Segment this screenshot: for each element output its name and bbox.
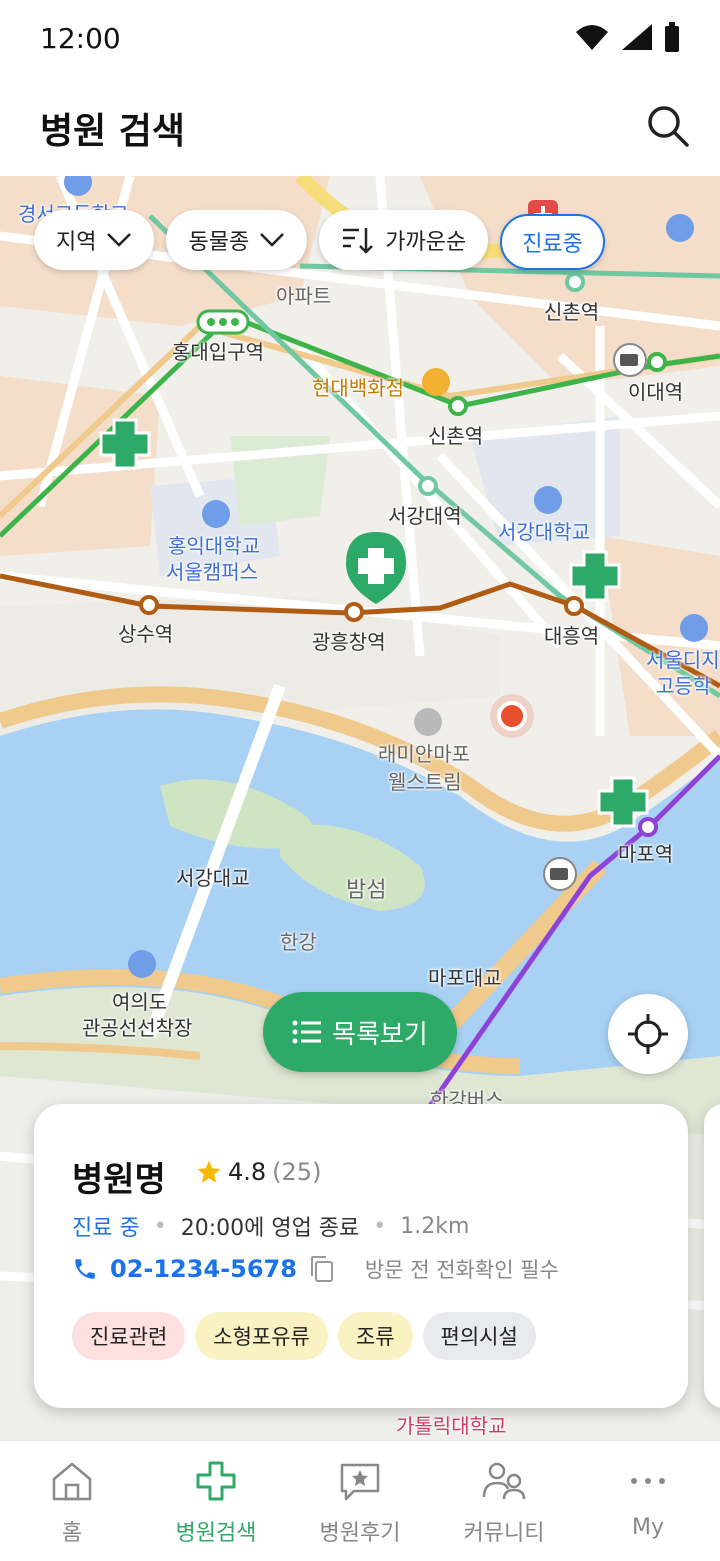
home-icon: [48, 1457, 96, 1505]
species-filter-label: 동물종: [188, 230, 250, 255]
list-view-button[interactable]: 목록보기: [263, 992, 457, 1072]
nav-label: 병원후기: [319, 1521, 401, 1546]
nav-label: My: [631, 1515, 664, 1540]
open-now-label: 진료중: [522, 232, 583, 257]
hospital-card[interactable]: 병원명 4.8 (25) 진료 중 • 20:00에 영업 종료 • 1.2km…: [34, 1104, 688, 1408]
map-label: 여의도: [112, 990, 168, 1014]
star-icon: [197, 1160, 221, 1183]
status-bar: 12:00: [0, 0, 720, 80]
map-label: 신촌역: [428, 424, 484, 448]
bottom-nav: 홈 병원검색 병원후기 커뮤니티 My: [0, 1440, 720, 1561]
hospital-cross-icon: [192, 1457, 240, 1505]
separator-dot: •: [373, 1213, 387, 1239]
next-card-peek[interactable]: [704, 1104, 720, 1408]
map-label: 서강대교: [176, 866, 250, 890]
map-label: 홍익대학교: [168, 534, 260, 558]
sort-label: 가까운순: [385, 230, 467, 255]
filter-chips: 지역 동물종 가까운순 진료중: [34, 210, 605, 270]
search-button[interactable]: [644, 102, 692, 150]
open-now-chip[interactable]: 진료중: [500, 214, 605, 270]
search-icon: [648, 106, 689, 147]
status-time: 12:00: [40, 22, 121, 55]
close-time: 20:00에 영업 종료: [180, 1216, 360, 1241]
page-title: 병원 검색: [40, 111, 186, 152]
hospital-contact-row: 02-1234-5678 방문 전 전화확인 필수: [72, 1254, 559, 1284]
hospital-status-row: 진료 중 • 20:00에 영업 종료 • 1.2km: [72, 1210, 469, 1242]
nav-community[interactable]: 커뮤니티: [432, 1441, 576, 1561]
copy-icon[interactable]: [309, 1255, 335, 1283]
sort-chip[interactable]: 가까운순: [319, 210, 489, 270]
nav-home[interactable]: 홈: [0, 1441, 144, 1561]
map-label: 서강대학교: [498, 520, 590, 544]
nav-label: 홈: [61, 1521, 83, 1546]
map-label: 서강대역: [388, 504, 462, 528]
region-filter-label: 지역: [56, 230, 97, 255]
hospital-rating: 4.8 (25): [196, 1158, 321, 1186]
map-label: 상수역: [118, 622, 174, 646]
tag-small-mammal: 소형포유류: [195, 1312, 328, 1360]
list-view-label: 목록보기: [332, 1019, 428, 1050]
map-label: 밤섬: [346, 878, 387, 903]
map-label: 아파트: [276, 284, 332, 308]
nav-label: 커뮤니티: [463, 1521, 545, 1546]
wifi-icon: [576, 25, 608, 50]
map-label: 대흥역: [544, 624, 600, 648]
hospital-name: 병원명: [72, 1160, 166, 1200]
map-label: 관공선선착장: [82, 1016, 193, 1040]
my-location-button[interactable]: [608, 994, 688, 1074]
crosshair-icon: [628, 1014, 668, 1054]
rating-value: 4.8: [228, 1158, 267, 1186]
map-label: 래미안마포: [378, 742, 470, 766]
map-label: 서울캠퍼스: [166, 560, 258, 584]
more-icon: [624, 1457, 672, 1505]
map-label: 홍대입구역: [172, 340, 264, 364]
sort-icon: [343, 228, 374, 254]
map-label: 고등학: [656, 674, 712, 698]
signal-icon: [622, 24, 652, 50]
map-label: 이대역: [628, 380, 684, 404]
map-label: 웰스트림: [388, 770, 462, 794]
map-label: 광흥창역: [312, 630, 386, 654]
map-label: 마포역: [618, 842, 674, 866]
app-bar: 병원 검색: [0, 80, 720, 176]
separator-dot: •: [153, 1213, 167, 1239]
review-icon: [336, 1457, 384, 1505]
species-filter-chip[interactable]: 동물종: [166, 210, 308, 270]
map-label: 신촌역: [544, 300, 600, 324]
hospital-tags: 진료관련 소형포유류 조류 편의시설: [72, 1312, 536, 1360]
map-label: 한강: [280, 930, 317, 954]
tag-amenities: 편의시설: [422, 1312, 536, 1360]
tag-medical: 진료관련: [72, 1312, 186, 1360]
map-label: 가톨릭대학교: [396, 1414, 507, 1438]
phone-icon: [75, 1259, 95, 1279]
visit-note: 방문 전 전화확인 필수: [364, 1258, 559, 1282]
battery-icon: [665, 22, 679, 52]
review-count: (25): [272, 1158, 322, 1186]
nav-hospital-search[interactable]: 병원검색: [144, 1441, 288, 1561]
map-label: 서울디지: [646, 648, 720, 672]
tag-bird: 조류: [337, 1312, 413, 1360]
list-icon: [292, 1020, 322, 1044]
community-icon: [480, 1457, 528, 1505]
nav-my[interactable]: My: [576, 1441, 720, 1561]
chevron-down-icon: [107, 233, 132, 247]
nav-reviews[interactable]: 병원후기: [288, 1441, 432, 1561]
nav-label: 병원검색: [175, 1521, 257, 1546]
map-view[interactable]: 경서고등학교 아파트 신촌역 홍대입구역 현대백화점 이대역 신촌역 서강대역 …: [0, 176, 720, 1440]
map-label: 마포대교: [428, 966, 502, 990]
region-filter-chip[interactable]: 지역: [34, 210, 155, 270]
status-icons: [574, 22, 680, 52]
map-label: 현대백화점: [312, 376, 404, 400]
chevron-down-icon: [260, 233, 285, 247]
open-status: 진료 중: [72, 1216, 140, 1241]
distance: 1.2km: [400, 1213, 470, 1239]
phone-number[interactable]: 02-1234-5678: [110, 1255, 297, 1283]
